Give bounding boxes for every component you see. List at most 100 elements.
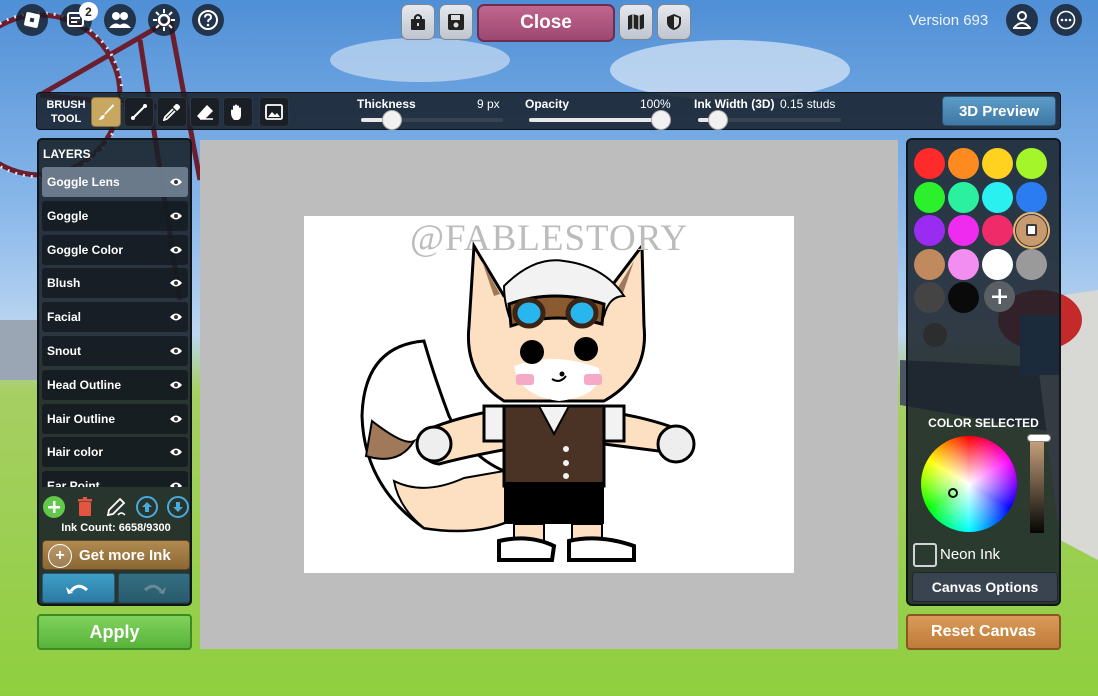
daytime-sun-icon[interactable] [148,4,180,36]
plus-icon [992,289,1007,304]
layer-item[interactable]: Blush [42,268,188,299]
layer-item[interactable]: Snout [42,335,188,366]
eye-visibility-icon[interactable] [169,245,183,255]
color-swatch[interactable] [948,148,979,179]
color-swatch[interactable] [948,215,979,246]
get-more-ink-label: Get more Ink [79,547,171,564]
color-swatch[interactable] [948,248,979,280]
drawing-canvas[interactable]: @FABLESTORY [304,216,794,573]
color-swatch[interactable] [1016,148,1047,179]
neon-ink-checkbox[interactable] [913,543,937,567]
color-swatch[interactable] [914,215,945,246]
3d-preview-button[interactable]: 3D Preview [942,96,1056,126]
image-icon [265,104,283,120]
reset-canvas-button[interactable]: Reset Canvas [906,614,1061,650]
undo-button[interactable] [42,573,115,603]
brightness-slider[interactable] [1030,439,1044,533]
thickness-slider-knob[interactable] [382,110,402,130]
shield-button[interactable] [657,4,691,40]
eye-visibility-icon[interactable] [169,177,183,187]
layer-item[interactable]: Hair color [42,437,188,468]
color-swatch[interactable] [948,181,979,213]
redo-button[interactable] [117,573,190,603]
eye-visibility-icon[interactable] [169,312,183,322]
friends-icon[interactable] [104,4,136,36]
hand-tool-button[interactable] [223,97,253,127]
close-button[interactable]: Close [477,4,615,42]
undo-redo-row [42,573,190,603]
layer-item[interactable]: Goggle [42,200,188,231]
delete-layer-button[interactable] [74,496,96,518]
shop-bag-button[interactable] [401,4,435,40]
brush-tool-button[interactable] [91,97,121,127]
color-wheel[interactable] [921,436,1017,532]
ink-width-slider-knob[interactable] [708,110,728,130]
add-layer-button[interactable] [43,496,65,518]
apply-button[interactable]: Apply [37,614,192,650]
more-options-icon[interactable] [1050,4,1082,36]
eraser-tool-button[interactable] [190,97,220,127]
color-swatch[interactable] [982,248,1013,280]
brush-tool-title: BRUSH TOOL [43,98,89,126]
chat-icon[interactable]: 2 [60,2,98,36]
opacity-slider-knob[interactable] [651,110,671,130]
opacity-slider[interactable] [529,110,671,130]
eye-visibility-icon[interactable] [169,447,183,457]
layer-item[interactable]: Facial [42,302,188,333]
undo-icon [66,584,89,594]
save-button[interactable] [439,4,473,40]
roblox-menu-icon[interactable] [16,4,48,36]
help-icon[interactable] [192,4,224,36]
thickness-slider[interactable] [361,110,503,130]
eraser-icon [197,105,213,120]
color-swatch[interactable] [982,148,1013,179]
color-swatch[interactable] [1016,181,1047,213]
line-icon [131,104,147,120]
eye-visibility-icon[interactable] [169,346,183,356]
layer-item[interactable]: Goggle Lens [42,167,188,197]
layer-item[interactable]: Head Outline [42,369,188,400]
map-button[interactable] [619,4,653,40]
color-swatch[interactable] [914,181,945,213]
trash-icon [78,497,92,516]
eye-visibility-icon[interactable] [169,380,183,390]
color-swatch[interactable] [914,148,945,179]
color-swatch[interactable] [948,282,979,313]
arrow-down-icon [173,502,183,512]
eye-visibility-icon[interactable] [169,211,183,221]
brightness-slider-knob[interactable] [1027,434,1051,442]
profile-icon[interactable] [1006,4,1038,36]
fox-character-drawing [360,241,696,562]
ink-width-slider[interactable] [698,110,841,130]
canvas-watermark: @FABLESTORY [409,218,689,259]
layer-item[interactable]: Goggle Color [42,234,188,265]
color-swatch[interactable] [1016,248,1047,280]
layer-label: Blush [47,276,81,291]
brush-title-line1: BRUSH [46,99,86,111]
color-swatch[interactable] [914,248,945,280]
layer-item[interactable]: Hair Outline [42,403,188,434]
eye-visibility-icon[interactable] [169,414,183,424]
layer-label: Snout [47,343,81,358]
canvas-options-button[interactable]: Canvas Options [912,572,1058,602]
rename-layer-button[interactable] [105,496,127,518]
color-swatch[interactable] [982,215,1013,246]
eye-visibility-icon[interactable] [169,278,183,288]
line-tool-button[interactable] [124,97,154,127]
image-tool-button[interactable] [259,97,289,127]
layers-title: LAYERS [43,147,91,161]
color-swatch[interactable] [982,181,1013,213]
add-color-button[interactable] [984,281,1015,312]
arrow-up-icon [142,502,152,512]
eye-visibility-icon[interactable] [169,481,183,487]
move-layer-down-button[interactable] [167,496,189,518]
move-layer-up-button[interactable] [136,496,158,518]
layer-item[interactable]: Ear Point [42,471,188,487]
layer-list[interactable]: Goggle Lens Goggle Goggle Color Blush Facial… [42,167,188,487]
canvas-area[interactable]: @FABLESTORY [200,140,898,649]
color-swatch[interactable] [1013,212,1050,249]
color-wheel-knob[interactable] [948,488,958,498]
get-more-ink-button[interactable]: + Get more Ink [42,540,190,570]
eyedropper-tool-button[interactable] [157,97,187,127]
color-swatch[interactable] [914,282,945,313]
